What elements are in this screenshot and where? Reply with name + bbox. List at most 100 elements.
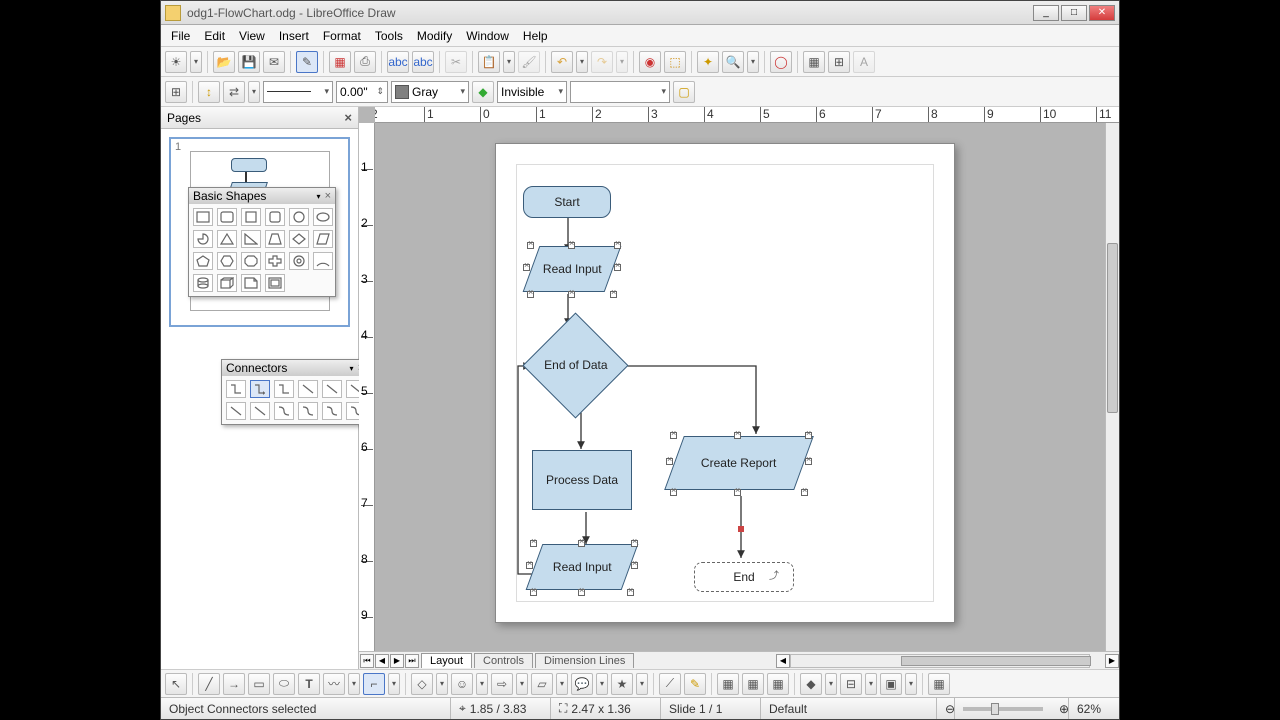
new-dropdown[interactable]: ▾ xyxy=(190,51,202,73)
select-tool[interactable]: ↖ xyxy=(165,673,187,695)
line-tool[interactable]: ╱ xyxy=(198,673,220,695)
shape-end[interactable]: End ⤴ xyxy=(694,562,794,592)
shape-frame[interactable] xyxy=(265,274,285,292)
rotate-tool[interactable]: ◆ xyxy=(800,673,822,695)
basic-shapes-tool[interactable]: ◇ xyxy=(411,673,433,695)
shape-folded-corner[interactable] xyxy=(241,274,261,292)
canvas[interactable]: Start Read Input End of Data xyxy=(375,123,1119,651)
pages-panel-header[interactable]: Pages × xyxy=(161,107,358,129)
vertical-ruler[interactable]: 123456789 xyxy=(359,123,375,651)
spellcheck-button[interactable]: abc xyxy=(387,51,409,73)
zoom-dropdown[interactable]: ▾ xyxy=(747,51,759,73)
cut-button[interactable]: ✂ xyxy=(445,51,467,73)
horizontal-scrollbar-thumb[interactable] xyxy=(901,656,1091,666)
connector-curved[interactable] xyxy=(274,402,294,420)
email-button[interactable]: ✉ xyxy=(263,51,285,73)
last-tab-button[interactable]: ⏭ xyxy=(405,654,419,668)
panel-menu-icon[interactable]: ▾ xyxy=(317,192,321,201)
menu-insert[interactable]: Insert xyxy=(273,27,315,45)
shape-right-triangle[interactable] xyxy=(241,230,261,248)
shape-process-data[interactable]: Process Data xyxy=(532,450,632,510)
menu-format[interactable]: Format xyxy=(317,27,367,45)
line-ends-button[interactable]: ⇄ xyxy=(223,81,245,103)
block-arrows-tool[interactable]: ⇨ xyxy=(491,673,513,695)
snap-button[interactable]: ⊞ xyxy=(828,51,850,73)
panel-close-icon[interactable]: × xyxy=(325,190,331,202)
connector-straight-arrows[interactable] xyxy=(274,380,294,398)
connector-line[interactable] xyxy=(298,380,318,398)
save-button[interactable]: 💾 xyxy=(238,51,260,73)
paste-button[interactable]: 📋 xyxy=(478,51,500,73)
basic-shapes-panel[interactable]: Basic Shapes ▾ × xyxy=(188,187,336,297)
symbol-shapes-dropdown[interactable]: ▾ xyxy=(476,673,488,695)
maximize-button[interactable]: □ xyxy=(1061,5,1087,21)
block-arrows-dropdown[interactable]: ▾ xyxy=(516,673,528,695)
zoom-in-button[interactable]: ⊕ xyxy=(1051,698,1069,719)
arrange-dropdown[interactable]: ▾ xyxy=(905,673,917,695)
shape-diamond[interactable] xyxy=(289,230,309,248)
stars-tool[interactable]: ★ xyxy=(611,673,633,695)
shape-rounded-rectangle[interactable] xyxy=(217,208,237,226)
curve-tool[interactable]: 〰 xyxy=(323,673,345,695)
menu-view[interactable]: View xyxy=(233,27,271,45)
arrow-style-button[interactable]: ↕ xyxy=(198,81,220,103)
pages-panel-close-icon[interactable]: × xyxy=(344,110,352,125)
shape-circle[interactable] xyxy=(289,208,309,226)
help-button[interactable]: ◯ xyxy=(770,51,792,73)
basic-shapes-dropdown[interactable]: ▾ xyxy=(436,673,448,695)
points-tool[interactable]: ⟋ xyxy=(659,673,681,695)
connector-line-circle[interactable] xyxy=(250,402,270,420)
navigator-button[interactable]: ✦ xyxy=(697,51,719,73)
undo-dropdown[interactable]: ▾ xyxy=(576,51,588,73)
redo-dropdown[interactable]: ▾ xyxy=(616,51,628,73)
edit-mode-button[interactable]: ✎ xyxy=(296,51,318,73)
status-style[interactable]: Default xyxy=(761,698,937,719)
from-file-tool[interactable]: ▦ xyxy=(742,673,764,695)
basic-shapes-header[interactable]: Basic Shapes ▾ × xyxy=(189,188,335,204)
tab-controls[interactable]: Controls xyxy=(474,653,533,668)
drawing-page[interactable]: Start Read Input End of Data xyxy=(495,143,955,623)
line-width-spinner[interactable]: 0.00" ⇕ xyxy=(336,81,388,103)
zoom-value[interactable]: 62% xyxy=(1069,698,1119,719)
shape-trapezoid[interactable] xyxy=(265,230,285,248)
shape-octagon[interactable] xyxy=(241,252,261,270)
export-pdf-button[interactable]: ▦ xyxy=(329,51,351,73)
new-button[interactable]: ☀ xyxy=(165,51,187,73)
line-color-select[interactable]: Gray ▾ xyxy=(391,81,469,103)
fill-mode-select[interactable]: Invisible ▾ xyxy=(497,81,567,103)
extrusion-tool[interactable]: ▦ xyxy=(928,673,950,695)
shape-ring[interactable] xyxy=(289,252,309,270)
callouts-tool[interactable]: 💬 xyxy=(571,673,593,695)
arrow-tool[interactable]: → xyxy=(223,673,245,695)
guides-button[interactable]: A xyxy=(853,51,875,73)
connector-curved-arrows[interactable] xyxy=(322,402,342,420)
ellipse-tool[interactable]: ⬭ xyxy=(273,673,295,695)
flowcharts-dropdown[interactable]: ▾ xyxy=(556,673,568,695)
rectangle-tool[interactable]: ▭ xyxy=(248,673,270,695)
connector-straight-circle[interactable] xyxy=(226,402,246,420)
shape-cylinder[interactable] xyxy=(193,274,213,292)
menu-window[interactable]: Window xyxy=(460,27,515,45)
hscroll-right[interactable]: ▶ xyxy=(1105,654,1119,668)
shape-cross[interactable] xyxy=(265,252,285,270)
shape-rounded-square[interactable] xyxy=(265,208,285,226)
zoom-button[interactable]: 🔍 xyxy=(722,51,744,73)
minimize-button[interactable]: _ xyxy=(1033,5,1059,21)
show-grid-button[interactable]: ⊞ xyxy=(165,81,187,103)
area-button[interactable]: ◆ xyxy=(472,81,494,103)
shape-arc[interactable] xyxy=(313,252,333,270)
connector-handle[interactable] xyxy=(738,526,744,532)
shape-square[interactable] xyxy=(241,208,261,226)
grid-button[interactable]: ▦ xyxy=(803,51,825,73)
auto-spellcheck-button[interactable]: abc xyxy=(412,51,434,73)
close-button[interactable]: ✕ xyxy=(1089,5,1115,21)
shape-pentagon[interactable] xyxy=(193,252,213,270)
align-tool[interactable]: ⊟ xyxy=(840,673,862,695)
line-ends-dropdown[interactable]: ▾ xyxy=(248,81,260,103)
connector-dropdown[interactable]: ▾ xyxy=(388,673,400,695)
chart-button[interactable]: ◉ xyxy=(639,51,661,73)
connector-tool[interactable]: ⌐ xyxy=(363,673,385,695)
hyperlink-button[interactable]: ⬚ xyxy=(664,51,686,73)
status-slide[interactable]: Slide 1 / 1 xyxy=(661,698,761,719)
gallery-tool[interactable]: ▦ xyxy=(767,673,789,695)
